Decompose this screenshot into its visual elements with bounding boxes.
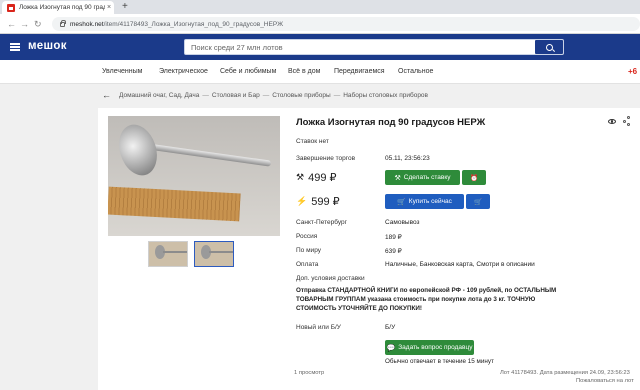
spoon-handle-photo-detail [151,144,272,167]
browser-tab-bar: Ложка Изогнутая под 90 градусо × + [0,0,640,14]
chat-icon: 💬 [386,344,396,352]
category-item[interactable]: Электрическое [159,68,208,75]
condition-value: Б/У [385,324,396,331]
delivery-terms-text: Отправка СТАНДАРТНОЙ КНИГИ по европейско… [296,287,557,312]
breadcrumb-separator: — [202,91,209,99]
site-header: мешок [0,34,640,60]
site-logo[interactable]: мешок [28,40,67,52]
category-item[interactable]: Себе и любимым [220,68,276,75]
forward-arrow-icon[interactable]: → [20,18,29,30]
url-text: meshok.net/item/41178493_Ложка_Изогнутая… [70,20,284,28]
lock-icon [60,19,66,27]
alarm-clock-icon: ⏰ [469,174,479,182]
search-button[interactable] [535,40,563,54]
make-bid-button[interactable]: ⚒ Сделать ставку [385,170,460,185]
reload-icon[interactable]: ↻ [34,18,42,30]
end-time-label: Завершение торгов [296,155,356,162]
menu-icon[interactable] [10,43,20,51]
url-field[interactable]: meshok.net/item/41178493_Ложка_Изогнутая… [52,17,640,31]
category-item[interactable]: Всё в дом [288,68,320,75]
tab-close-icon[interactable]: × [107,4,111,11]
hammer-icon: ⚒ [394,174,401,182]
add-to-cart-button[interactable]: 🛒 [466,194,490,209]
ship-world-label: По миру [296,247,321,254]
ask-seller-label: Задать вопрос продавцу [398,344,473,351]
photo-thumbnail[interactable] [148,241,188,267]
bid-price-value: 499 ₽ [308,172,337,184]
breadcrumb: ← Домашний очаг, Сад, Дача — Столовая и … [102,90,428,100]
item-title: Ложка Изогнутая под 90 градусов НЕРЖ [296,117,486,128]
condition-label: Новый или Б/У [296,324,341,331]
search-icon [545,43,553,51]
pickup-value: Самовывоз [385,219,420,226]
category-nav: Увлеченным Электрическое Себе и любимым … [0,60,640,84]
search-input[interactable] [185,40,525,54]
category-item[interactable]: Передвигаемся [334,68,385,75]
buy-price: ⚡ 599 ₽ [296,195,340,208]
photo-thumbnails [148,241,234,267]
watch-eye-icon[interactable] [608,119,616,124]
ruler-photo-detail [108,186,241,222]
tab-title: Ложка Изогнутая под 90 градусо [19,4,105,11]
new-tab-button[interactable]: + [122,1,128,13]
site-favicon-icon [7,3,15,12]
back-arrow-icon[interactable]: ← [7,18,16,30]
bid-price: ⚒ 499 ₽ [296,171,337,184]
lightning-icon: ⚡ [296,196,308,206]
ask-seller-button[interactable]: 💬 Задать вопрос продавцу [385,340,474,355]
back-arrow-icon[interactable]: ← [102,90,111,100]
payment-value: Наличные, Банковская карта, Смотри в опи… [385,261,535,268]
bids-status: Ставок нет [296,138,329,145]
city-label: Санкт-Петербург [296,219,347,226]
buy-now-label: Купить сейчас [408,198,452,205]
buy-price-value: 599 ₽ [311,196,340,208]
item-card: Ложка Изогнутая под 90 градусов НЕРЖ Ста… [98,108,640,390]
make-bid-label: Сделать ставку [403,174,451,181]
lot-meta: Лот 41178493. Дата размещения 24.09, 23:… [500,370,630,376]
ship-russia-value: 189 ₽ [385,234,402,241]
share-icon[interactable] [623,116,631,126]
ship-world-value: 639 ₽ [385,248,402,255]
photo-thumbnail[interactable] [194,241,234,267]
address-bar: ← → ↻ meshok.net/item/41178493_Ложка_Изо… [0,14,640,34]
breadcrumb-item[interactable]: Наборы столовых приборов [343,92,428,99]
breadcrumb-separator: — [333,91,341,99]
reply-time-note: Обычно отвечает в течение 15 минут [385,358,494,365]
breadcrumb-item[interactable]: Столовые приборы [272,92,331,99]
category-item[interactable]: Увлеченным [102,68,142,75]
breadcrumb-item[interactable]: Столовая и Бар [212,92,260,99]
cart-icon: 🛒 [397,198,406,206]
breadcrumb-item[interactable]: Домашний очаг, Сад, Дача [119,92,199,99]
delivery-terms-label: Доп. условия доставки [296,275,365,282]
end-time-value: 05.11, 23:56:23 [385,155,430,162]
main-product-photo[interactable] [108,116,280,236]
payment-label: Оплата [296,261,319,268]
category-item[interactable]: Остальное [398,68,433,75]
spoon-bowl-photo-detail [112,119,164,181]
complain-link[interactable]: Пожаловаться на лот [576,378,634,384]
browser-tab[interactable]: Ложка Изогнутая под 90 градусо × [2,1,114,14]
buy-now-button[interactable]: 🛒 Купить сейчас [385,194,464,209]
search-bar [184,39,564,55]
views-count: 1 просмотр [294,370,325,376]
reminder-button[interactable]: ⏰ [462,170,486,185]
auction-hammer-icon: ⚒ [296,172,305,182]
breadcrumb-separator: — [262,91,270,99]
ship-russia-label: Россия [296,233,318,240]
add-to-cart-icon: 🛒 [473,198,483,206]
category-more[interactable]: +6 [628,67,637,76]
